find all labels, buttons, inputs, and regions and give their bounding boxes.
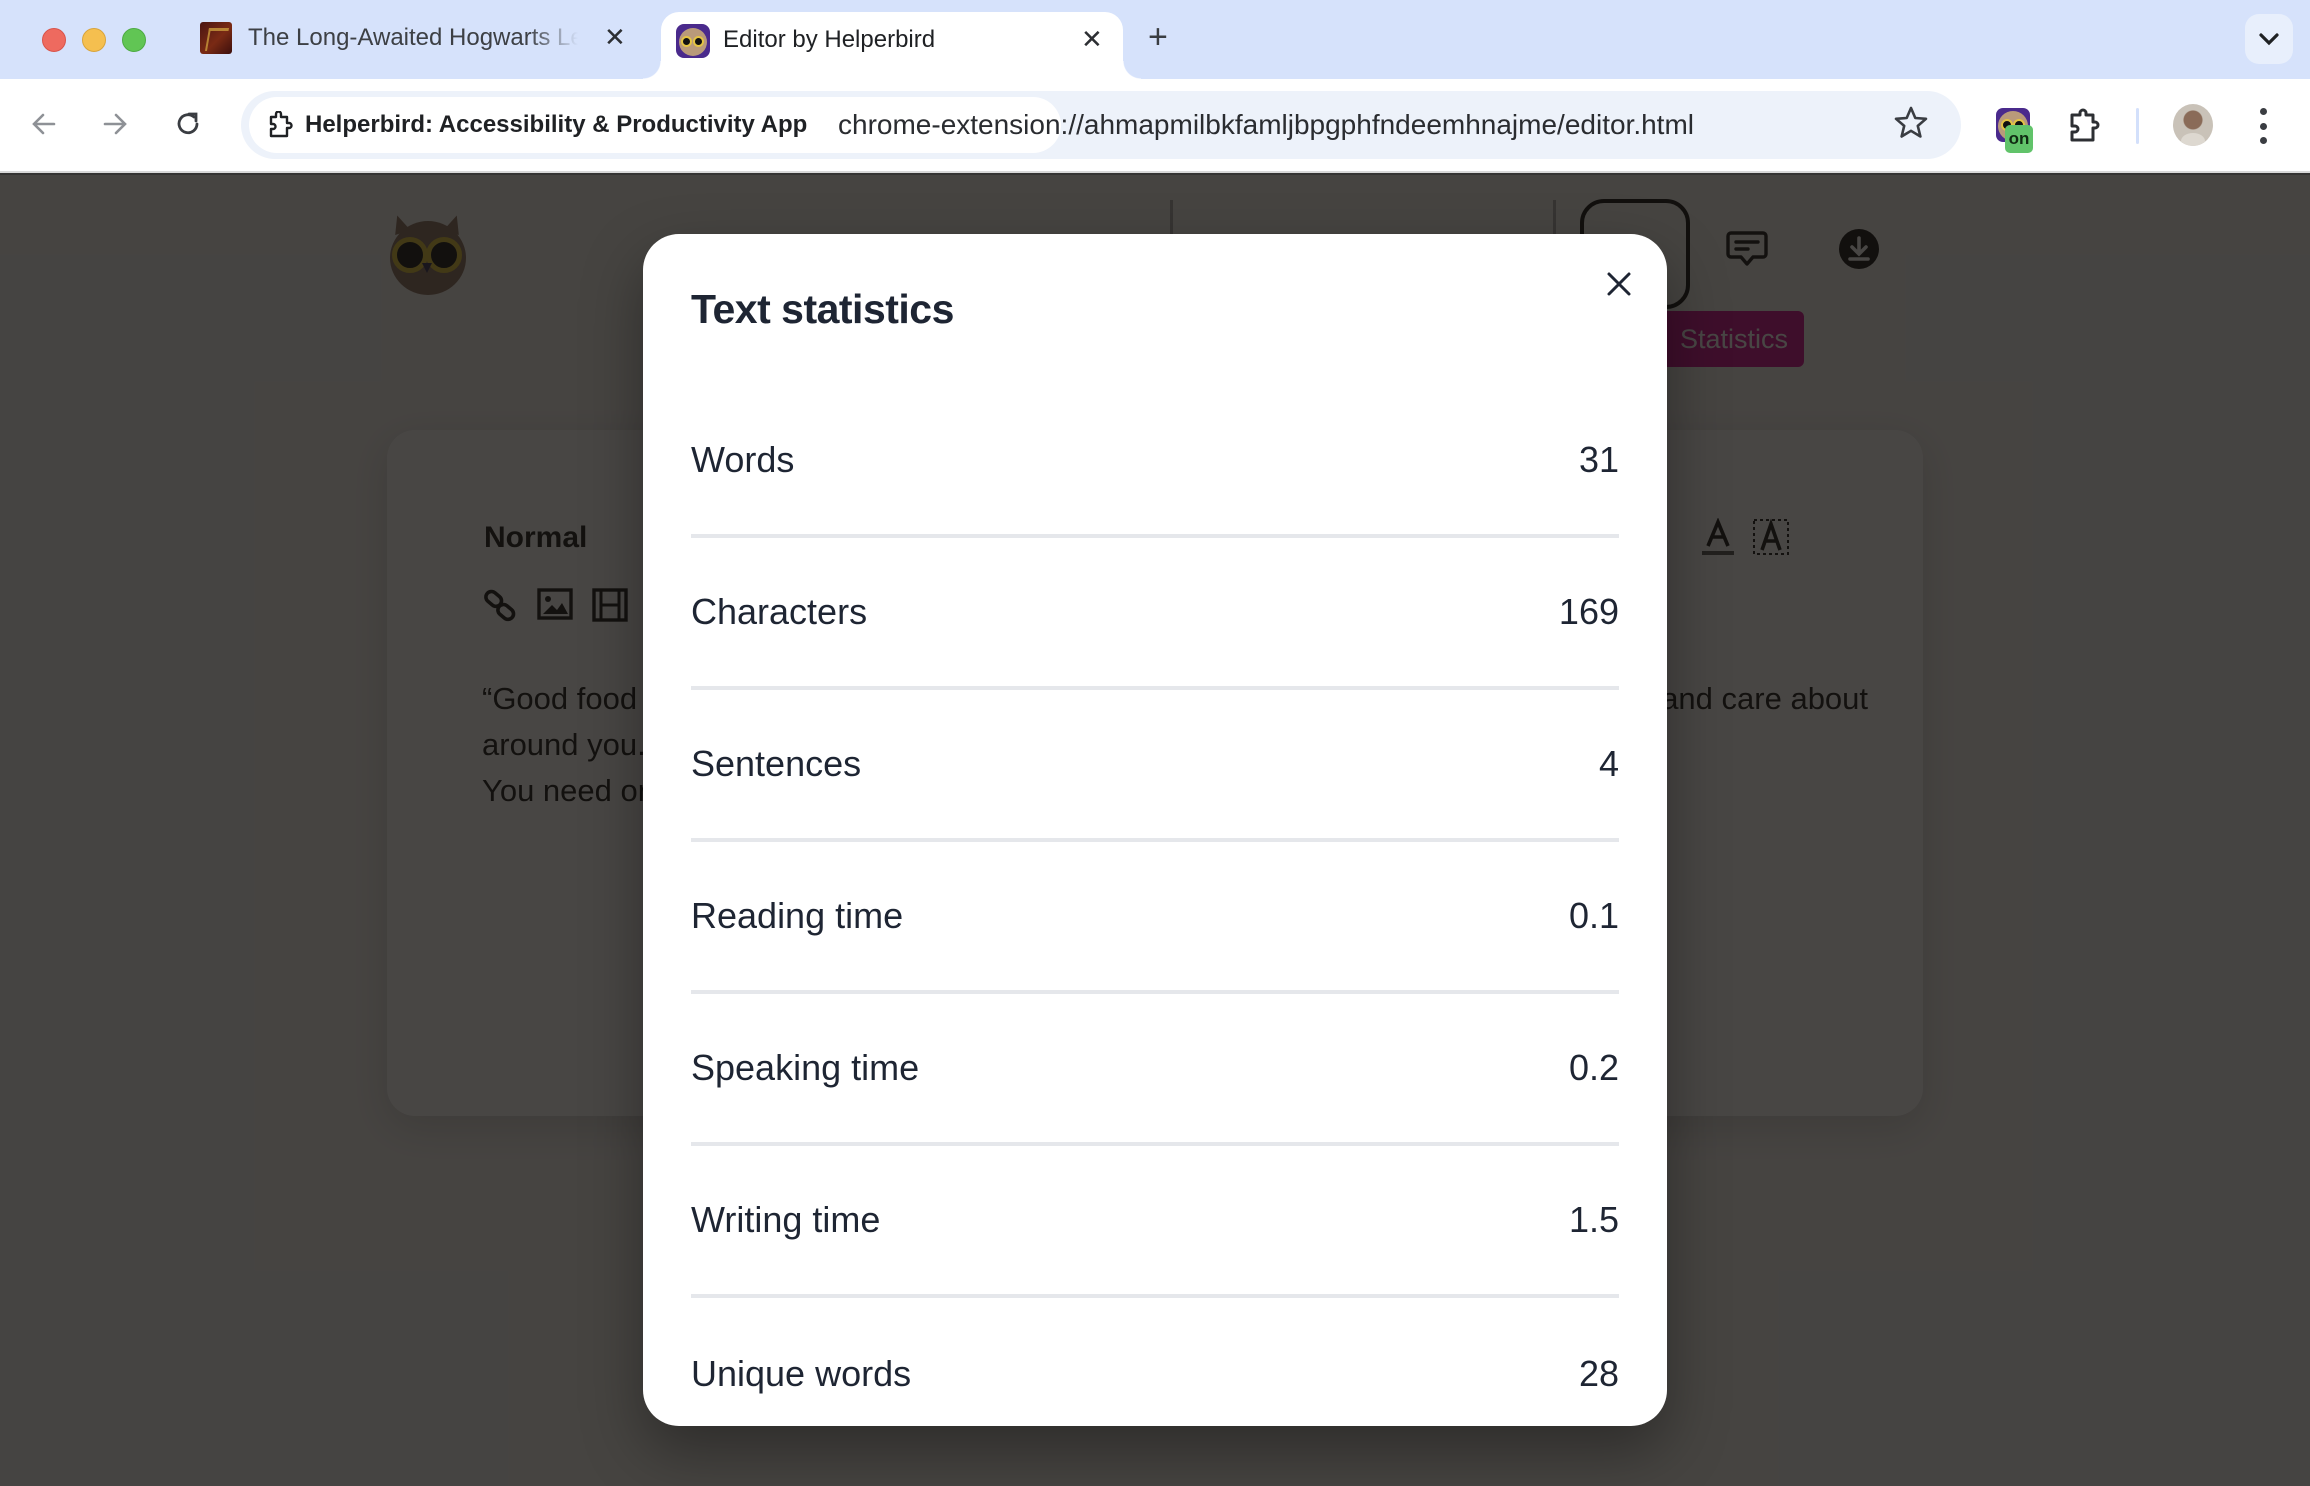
stat-row-unique-words: Unique words 28: [691, 1298, 1619, 1426]
stat-row-reading-time: Reading time 0.1: [691, 842, 1619, 994]
helperbird-favicon-icon: [676, 24, 710, 58]
extension-page-icon: [269, 111, 293, 138]
stat-label: Speaking time: [691, 1047, 920, 1088]
stat-row-writing-time: Writing time 1.5: [691, 1146, 1619, 1298]
bookmark-star-icon[interactable]: [1893, 105, 1929, 146]
tab-title: The Long-Awaited Hogwarts Legacy: [248, 24, 578, 51]
stat-row-words: Words 31: [691, 386, 1619, 538]
tab-close-icon[interactable]: ✕: [1081, 26, 1103, 52]
stat-row-characters: Characters 169: [691, 538, 1619, 690]
new-tab-icon[interactable]: +: [1148, 20, 1168, 54]
reload-icon: [177, 112, 199, 135]
stat-label: Words: [691, 439, 795, 480]
forward-button[interactable]: [97, 106, 133, 142]
tab-close-icon[interactable]: ✕: [604, 24, 626, 50]
arrow-right-icon: [103, 113, 127, 135]
text-statistics-modal: Text statistics Words 31 Characters 169 …: [643, 234, 1667, 1426]
address-bar[interactable]: Helperbird: Accessibility & Productivity…: [241, 91, 1961, 159]
close-icon: [1607, 272, 1631, 296]
back-button[interactable]: [26, 106, 62, 142]
stat-label: Writing time: [691, 1199, 881, 1240]
stat-value: 169: [1558, 591, 1619, 632]
chevron-down-icon: [2259, 33, 2279, 46]
hogwarts-favicon-icon: [200, 22, 232, 54]
url-text[interactable]: chrome-extension://ahmapmilbkfamljbpgphf…: [838, 109, 1694, 141]
modal-title: Text statistics: [691, 286, 954, 332]
profile-avatar[interactable]: [2173, 104, 2213, 146]
stat-value: 4: [1598, 743, 1619, 784]
arrow-left-icon: [32, 113, 56, 135]
stat-row-sentences: Sentences 4: [691, 690, 1619, 842]
stat-value: 31: [1578, 439, 1619, 480]
stat-value: 0.1: [1568, 895, 1619, 936]
extension-on-badge: on: [2005, 125, 2033, 153]
stats-list: Words 31 Characters 169 Sentences 4 Read…: [691, 386, 1619, 1426]
stat-label: Characters: [691, 591, 868, 632]
stat-label: Unique words: [691, 1353, 912, 1394]
stat-value: 1.5: [1568, 1199, 1619, 1240]
window-close-button[interactable]: [42, 28, 66, 52]
window-zoom-button[interactable]: [122, 28, 146, 52]
toolbar-divider: [2136, 108, 2139, 144]
modal-close-button[interactable]: [1599, 264, 1639, 304]
tab-search-button[interactable]: [2245, 14, 2293, 64]
tab-editor[interactable]: Editor by Helperbird ✕: [643, 12, 1141, 79]
tab-hogwarts[interactable]: The Long-Awaited Hogwarts Legacy ✕: [190, 12, 640, 79]
stat-row-speaking-time: Speaking time 0.2: [691, 994, 1619, 1146]
site-chip-label: Helperbird: Accessibility & Productivity…: [305, 111, 808, 138]
browser-toolbar: Helperbird: Accessibility & Productivity…: [0, 79, 2310, 173]
stat-label: Reading time: [691, 895, 904, 936]
stat-value: 0.2: [1568, 1047, 1619, 1088]
reload-button[interactable]: [170, 106, 206, 142]
stat-value: 28: [1578, 1353, 1619, 1394]
stat-label: Sentences: [691, 743, 862, 784]
tab-title: Editor by Helperbird: [723, 26, 936, 53]
tab-strip: The Long-Awaited Hogwarts Legacy ✕ Edito…: [0, 0, 2310, 79]
browser-menu-icon[interactable]: [2256, 108, 2270, 144]
extensions-puzzle-icon[interactable]: [2068, 108, 2102, 149]
window-minimize-button[interactable]: [82, 28, 106, 52]
